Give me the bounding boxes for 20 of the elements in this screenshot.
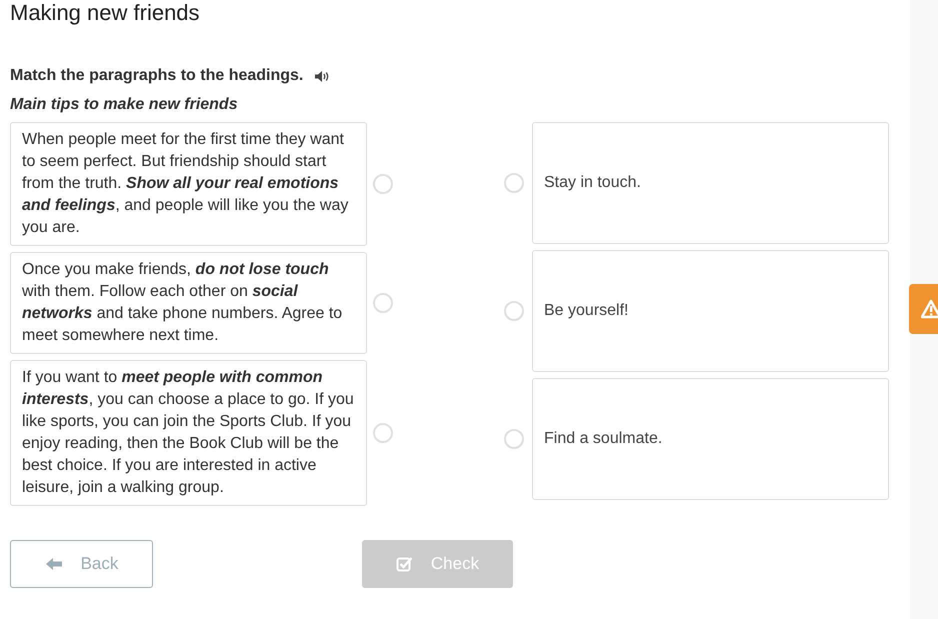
- page-title: Making new friends: [10, 0, 201, 26]
- paragraph-card[interactable]: If you want to meet people with common interests, you can choose a place to go. If you like sports, you can join the Sports Club. If you enjoy reading, then the Book Club will be the best choice. If you are interested in active leisure, join a walking group.: [10, 360, 367, 506]
- paragraph-card[interactable]: When people meet for the first time they want to seem perfect. But friendship should start from the truth. Show all your real emotions and feelings, and people will like you the way you are.: [10, 122, 367, 246]
- paragraph-card[interactable]: Once you make friends, do not lose touch with them. Follow each other on social networks and take phone numbers. Agree to meet somewhere next time.: [10, 252, 367, 354]
- warning-button[interactable]: [909, 284, 938, 334]
- arrow-left-icon: [44, 557, 63, 571]
- heading-card[interactable]: Find a soulmate.: [532, 378, 889, 500]
- instruction-text: Match the paragraphs to the headings.: [10, 67, 304, 85]
- radio-button[interactable]: [373, 293, 393, 313]
- radio-button[interactable]: [504, 429, 524, 449]
- subtitle-text: Main tips to make new friends: [10, 95, 239, 115]
- radio-button[interactable]: [373, 174, 393, 194]
- heading-card[interactable]: Stay in touch.: [532, 122, 889, 244]
- radio-button[interactable]: [504, 173, 524, 193]
- radio-button[interactable]: [373, 423, 393, 443]
- checkbox-icon: [396, 556, 413, 572]
- radio-button[interactable]: [504, 301, 524, 321]
- warning-icon: [921, 299, 938, 319]
- heading-card[interactable]: Be yourself!: [532, 250, 889, 372]
- speaker-icon[interactable]: [314, 70, 330, 82]
